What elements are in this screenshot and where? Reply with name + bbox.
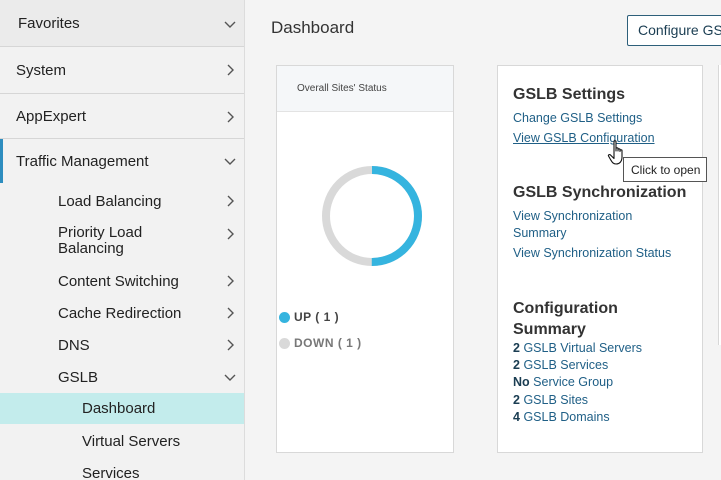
link-line-1: View Synchronization	[513, 209, 633, 223]
hand-pointer-icon	[607, 140, 623, 165]
summary-label: GSLB Services	[523, 358, 609, 372]
legend-down-label: DOWN ( 1 )	[294, 336, 362, 350]
summary-row-virtual-servers[interactable]: 2 GSLB Virtual Servers	[513, 340, 642, 357]
sidebar-item-label: Cache Redirection	[58, 304, 182, 322]
down-dot-icon	[279, 337, 290, 349]
main-content: Dashboard Configure GSLB Overall Sites' …	[245, 0, 721, 480]
sidebar-item-system[interactable]: System	[0, 47, 244, 93]
sidebar-item-content-switching[interactable]: Content Switching	[0, 266, 244, 296]
gslb-sync-title: GSLB Synchronization	[513, 184, 687, 201]
change-gslb-settings-link[interactable]: Change GSLB Settings	[513, 110, 642, 127]
sidebar-item-appexpert[interactable]: AppExpert	[0, 94, 244, 139]
view-sync-summary-link[interactable]: View Synchronization Summary	[513, 208, 632, 242]
sidebar-item-label: Services	[82, 464, 140, 480]
chevron-right-icon	[223, 227, 237, 241]
chevron-down-icon	[223, 154, 237, 168]
sidebar-item-dns[interactable]: DNS	[0, 330, 244, 360]
label-line-1: Priority Load	[58, 224, 143, 241]
sidebar-item-virtual-servers[interactable]: Virtual Servers	[0, 426, 244, 456]
sidebar-item-services[interactable]: Services	[0, 458, 244, 480]
gslb-settings-title: GSLB Settings	[513, 86, 626, 103]
summary-row-domains[interactable]: 4 GSLB Domains	[513, 409, 610, 426]
sidebar-item-label: Dashboard	[82, 400, 156, 417]
chevron-right-icon	[223, 63, 237, 77]
card-title: Overall Sites' Status	[277, 66, 453, 112]
sidebar-item-label: Traffic Management	[16, 152, 149, 170]
summary-label: GSLB Virtual Servers	[523, 341, 643, 355]
config-summary-title: Configuration Summary	[513, 298, 618, 340]
sidebar-item-label: Load Balancing	[58, 192, 162, 210]
legend-down: DOWN ( 1 )	[279, 336, 362, 350]
title-line-1: Configuration	[513, 300, 618, 317]
page-title: Dashboard	[271, 18, 355, 37]
sidebar-item-label: Favorites	[18, 15, 80, 32]
legend-up: UP ( 1 )	[279, 310, 339, 324]
view-gslb-configuration-link[interactable]: View GSLB Configuration	[513, 130, 655, 147]
summary-count: 2	[513, 393, 520, 407]
sidebar-item-load-balancing[interactable]: Load Balancing	[0, 186, 244, 216]
summary-row-service-group[interactable]: No Service Group	[513, 374, 613, 391]
summary-count: 2	[513, 358, 520, 372]
sidebar-item-label: GSLB	[58, 368, 99, 386]
sidebar-item-favorites[interactable]: Favorites	[0, 0, 244, 47]
sidebar-item-label: Content Switching	[58, 272, 179, 290]
sidebar: Favorites System AppExpert Traffic Manag…	[0, 0, 245, 480]
title-line-2: Summary	[513, 321, 586, 338]
view-sync-status-link[interactable]: View Synchronization Status	[513, 245, 671, 262]
sidebar-item-dashboard[interactable]: Dashboard	[0, 393, 244, 424]
chevron-right-icon	[223, 194, 237, 208]
chevron-down-icon	[223, 17, 237, 31]
link-line-2: Summary	[513, 226, 567, 240]
tooltip: Click to open	[623, 157, 707, 182]
gslb-settings-card: GSLB Settings Change GSLB Settings View …	[497, 65, 703, 453]
summary-count: 2	[513, 341, 520, 355]
sites-status-card: Overall Sites' Status UP ( 1 ) DOWN ( 1 …	[276, 65, 454, 453]
sidebar-item-label: Virtual Servers	[82, 432, 181, 450]
chevron-right-icon	[223, 306, 237, 320]
summary-count: 4	[513, 410, 520, 424]
sidebar-item-gslb[interactable]: GSLB	[0, 362, 244, 392]
sites-status-donut	[322, 166, 422, 266]
chevron-right-icon	[223, 274, 237, 288]
chevron-right-icon	[223, 110, 237, 124]
label-line-2: Balancing	[58, 240, 124, 257]
summary-count: No	[513, 375, 530, 389]
summary-row-services[interactable]: 2 GSLB Services	[513, 357, 608, 374]
chevron-down-icon	[223, 370, 237, 384]
sidebar-item-label: DNS	[58, 336, 90, 354]
sidebar-item-label: AppExpert	[16, 108, 87, 125]
legend-up-label: UP ( 1 )	[294, 310, 340, 324]
summary-label: GSLB Domains	[523, 410, 610, 424]
sidebar-item-label: Priority Load Balancing	[58, 225, 223, 257]
configure-gslb-button[interactable]: Configure GSLB	[627, 15, 721, 46]
sidebar-item-traffic-management[interactable]: Traffic Management	[0, 139, 244, 183]
sidebar-item-label: System	[16, 61, 67, 79]
summary-label: Service Group	[533, 375, 614, 389]
sidebar-item-cache-redirection[interactable]: Cache Redirection	[0, 298, 244, 328]
up-dot-icon	[279, 311, 290, 323]
summary-row-sites[interactable]: 2 GSLB Sites	[513, 392, 588, 409]
summary-label: GSLB Sites	[523, 393, 589, 407]
chevron-right-icon	[223, 338, 237, 352]
sidebar-item-priority-load-balancing[interactable]: Priority Load Balancing	[0, 224, 244, 258]
